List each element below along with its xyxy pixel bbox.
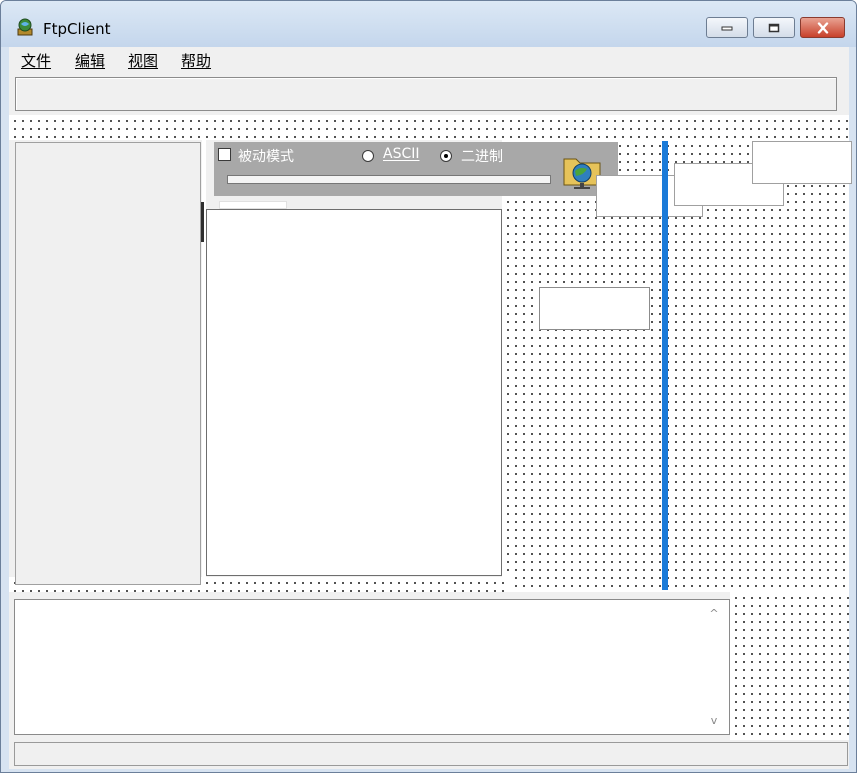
title-bar[interactable]: FtpClient [1,1,856,47]
passive-mode-label: 被动模式 [238,149,294,165]
menu-bar: 文件 编辑 视图 帮助 [9,47,849,71]
window-title: FtpClient [43,20,111,38]
menu-view[interactable]: 视图 [128,50,158,71]
binary-label: 二进制 [461,149,503,165]
menu-edit[interactable]: 编辑 [75,50,105,71]
menu-help[interactable]: 帮助 [181,50,211,71]
scroll-down-arrow-icon[interactable]: v [706,714,722,728]
ascii-label: ASCII [383,146,420,162]
maximize-button[interactable] [753,17,795,38]
tab-stub [219,201,287,209]
ftpclient-window: FtpClient 文件 编辑 视图 帮助 被动模式 ASCII 二进制 ^ v [0,0,857,773]
close-button[interactable] [800,17,845,38]
splitter-edge [201,202,204,242]
status-bar [14,742,848,766]
client-area: 文件 编辑 视图 帮助 被动模式 ASCII 二进制 ^ v [9,47,852,769]
ascii-radio[interactable] [362,150,374,162]
address-bar-frame [15,77,837,111]
dotted-grid-area [9,115,849,140]
vertical-splitter[interactable] [662,141,668,590]
minimize-icon [721,26,733,30]
dotted-grid-area [730,592,849,740]
binary-radio[interactable] [440,150,452,162]
close-icon [817,22,828,33]
log-output-box[interactable] [14,599,730,735]
scroll-up-arrow-icon[interactable]: ^ [706,607,722,621]
directory-tree-panel[interactable] [15,142,201,585]
remote-file-list[interactable] [206,209,502,576]
maximize-icon [768,23,780,32]
ftp-app-icon [17,18,33,36]
floating-edit-box[interactable] [539,287,650,330]
passive-mode-checkbox[interactable] [218,148,231,161]
transfer-progress-bar [227,175,551,184]
minimize-button[interactable] [706,17,748,38]
menu-file[interactable]: 文件 [21,50,51,71]
transfer-options-bar: 被动模式 ASCII 二进制 [214,142,618,196]
floating-edit-box[interactable] [752,141,852,184]
